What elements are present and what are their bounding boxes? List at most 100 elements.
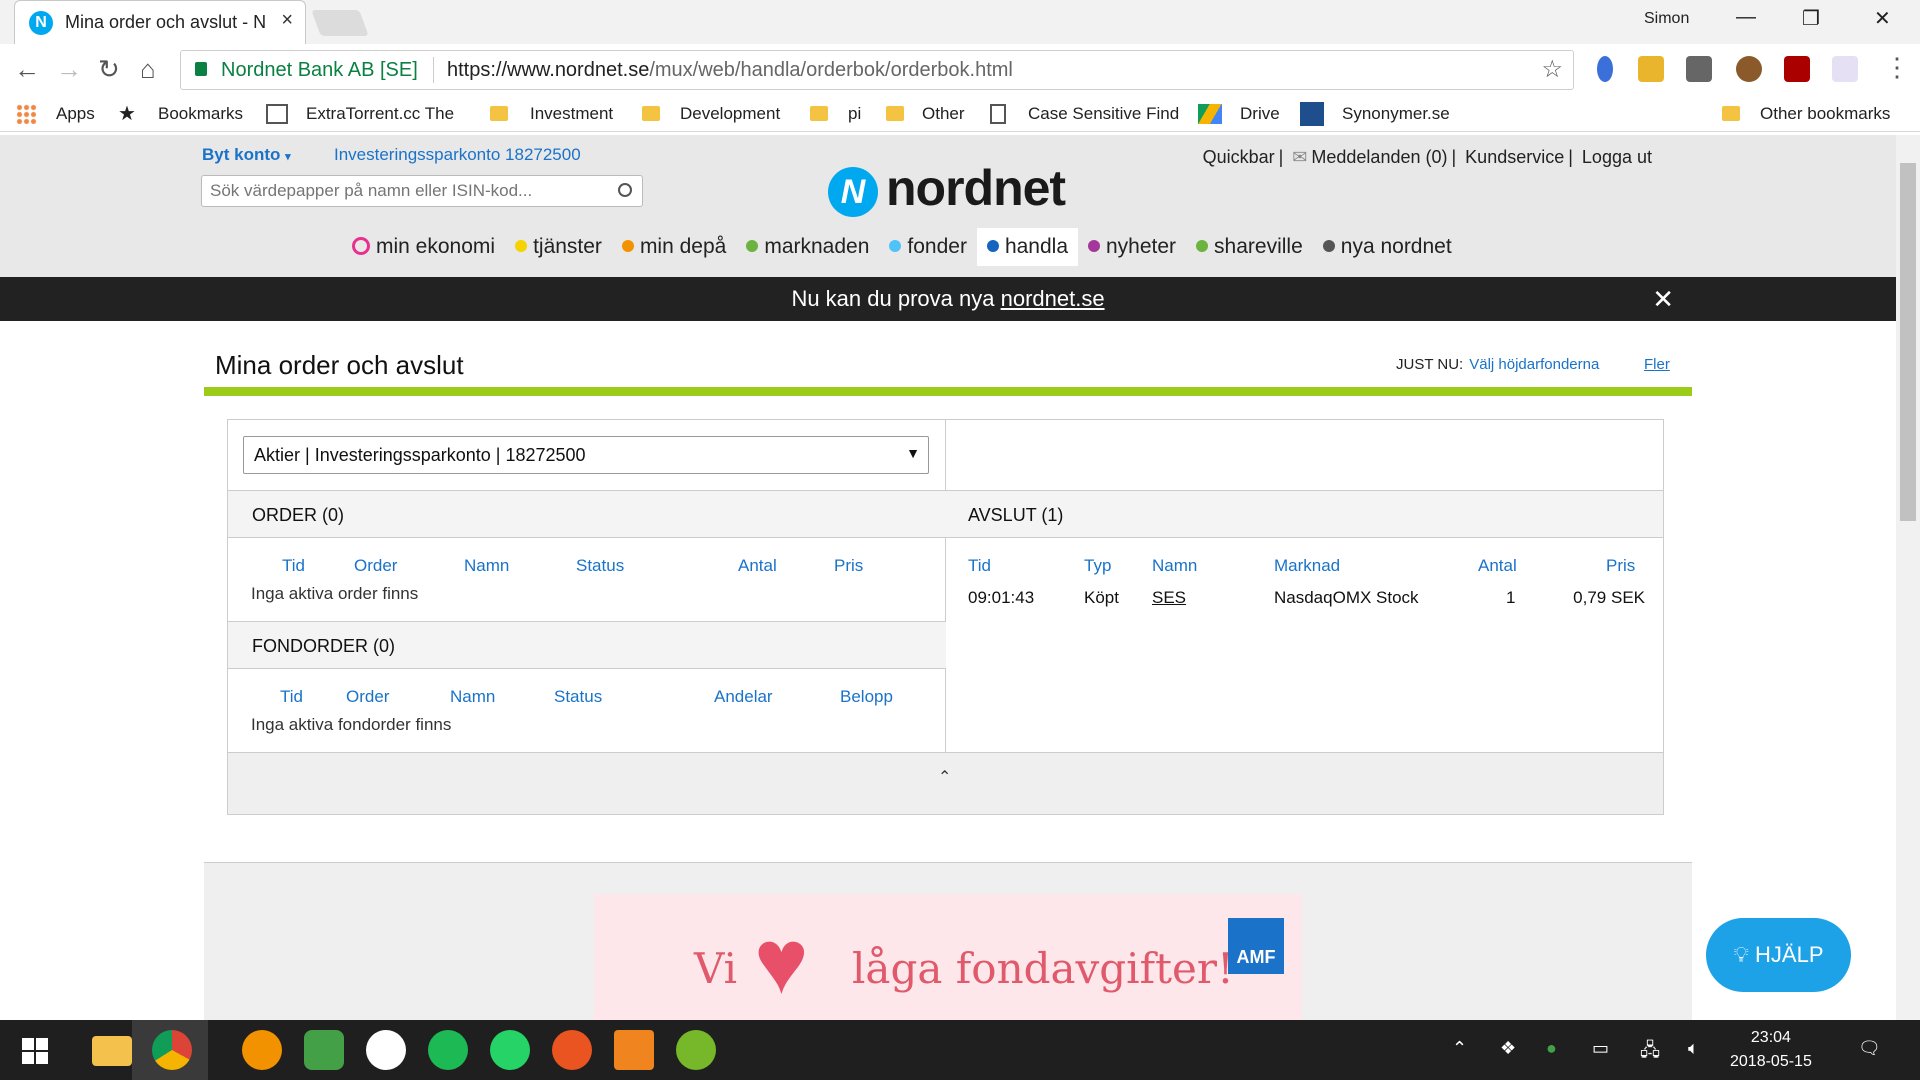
col-header[interactable]: Tid: [968, 556, 991, 576]
col-header[interactable]: Namn: [1152, 556, 1197, 576]
nav-shareville[interactable]: shareville: [1186, 228, 1313, 266]
col-header[interactable]: Andelar: [714, 687, 773, 707]
chevron-up-icon[interactable]: ⌃: [938, 767, 951, 787]
android-tray-icon[interactable]: ●: [1546, 1038, 1557, 1059]
nav-min-ekonomi[interactable]: min ekonomi: [342, 228, 505, 266]
media-player-icon[interactable]: [242, 1030, 282, 1070]
browser-tab[interactable]: N Mina order och avslut - N ×: [14, 0, 306, 44]
nav-marknaden[interactable]: marknaden: [736, 228, 879, 266]
close-tab-icon[interactable]: ×: [281, 9, 293, 32]
bookmark-apps[interactable]: Apps: [56, 104, 95, 124]
just-nu-link[interactable]: Välj höjdarfonderna: [1469, 356, 1599, 373]
bookmark-extratorrent[interactable]: ExtraTorrent.cc The V: [306, 104, 458, 124]
file-explorer-icon[interactable]: [92, 1036, 132, 1066]
network-icon[interactable]: 🖧︎: [1640, 1038, 1660, 1068]
battery-icon[interactable]: ▭: [1592, 1038, 1609, 1059]
spotify-icon[interactable]: [428, 1030, 468, 1070]
col-header[interactable]: Pris: [1606, 556, 1635, 576]
bookmark-star-icon[interactable]: ☆: [1541, 55, 1563, 84]
profile-name[interactable]: Simon: [1644, 10, 1689, 28]
clock[interactable]: 23:04 2018-05-15: [1730, 1026, 1812, 1074]
back-icon[interactable]: ←: [14, 54, 40, 85]
chrome-icon[interactable]: [152, 1030, 192, 1070]
account-select[interactable]: Aktier | Investeringssparkonto | 1827250…: [243, 436, 929, 474]
nav-handla[interactable]: handla: [976, 228, 1078, 266]
ublock-icon[interactable]: [1784, 56, 1810, 82]
scrollbar[interactable]: [1896, 135, 1920, 1020]
home-icon[interactable]: ⌂: [140, 54, 156, 85]
recycle-icon[interactable]: [1686, 56, 1712, 82]
chevron-up-icon[interactable]: ⌃: [1452, 1038, 1467, 1059]
col-header[interactable]: Tid: [282, 556, 305, 576]
whatsapp-icon[interactable]: [490, 1030, 530, 1070]
trade-name-link[interactable]: SES: [1152, 588, 1186, 608]
banner-link[interactable]: nordnet.se: [1001, 286, 1105, 311]
sublime-icon[interactable]: [614, 1030, 654, 1070]
extension-icon[interactable]: [1638, 56, 1664, 82]
col-header[interactable]: Marknad: [1274, 556, 1340, 576]
notifications-icon[interactable]: 🗨︎: [1858, 1038, 1881, 1059]
minimize-icon[interactable]: —: [1736, 6, 1756, 29]
switch-account-button[interactable]: Byt konto ▾: [202, 145, 291, 165]
col-header[interactable]: Order: [346, 687, 389, 707]
nav-nya-nordnet[interactable]: nya nordnet: [1313, 228, 1462, 266]
bookmark-development[interactable]: Development: [680, 104, 780, 124]
menu-icon[interactable]: ⋮: [1884, 52, 1910, 83]
bookmark-bookmarks[interactable]: Bookmarks: [158, 104, 243, 124]
android-icon[interactable]: [304, 1030, 344, 1070]
customer-service-link[interactable]: Kundservice: [1465, 147, 1564, 167]
close-icon[interactable]: ✕: [1652, 277, 1674, 321]
chat-icon[interactable]: [366, 1030, 406, 1070]
messages-link[interactable]: Meddelanden (0): [1311, 147, 1447, 167]
close-window-icon[interactable]: ✕: [1874, 6, 1891, 31]
microphone-icon[interactable]: [1597, 56, 1613, 82]
col-header[interactable]: Status: [576, 556, 624, 576]
volume-icon[interactable]: 🔈︎: [1688, 1038, 1699, 1059]
col-header[interactable]: Pris: [834, 556, 863, 576]
restore-icon[interactable]: ❐: [1802, 6, 1820, 31]
windows-start-icon[interactable]: [22, 1038, 48, 1064]
bookmark-pi[interactable]: pi: [848, 104, 861, 124]
bookmark-synonymer[interactable]: Synonymer.se: [1342, 104, 1450, 124]
col-header[interactable]: Namn: [464, 556, 509, 576]
col-header[interactable]: Antal: [1478, 556, 1517, 576]
new-tab-button[interactable]: [311, 10, 369, 36]
col-header[interactable]: Belopp: [840, 687, 893, 707]
logout-link[interactable]: Logga ut: [1582, 147, 1652, 167]
col-header[interactable]: Status: [554, 687, 602, 707]
search-input[interactable]: [201, 175, 643, 207]
col-header[interactable]: Antal: [738, 556, 777, 576]
help-button[interactable]: 💡︎ HJÄLP: [1706, 918, 1851, 992]
nav-tjanster[interactable]: tjänster: [505, 228, 612, 266]
bookmark-investment[interactable]: Investment: [530, 104, 613, 124]
col-header[interactable]: Tid: [280, 687, 303, 707]
forward-icon[interactable]: →: [56, 54, 82, 85]
col-header[interactable]: Namn: [450, 687, 495, 707]
extension-icon[interactable]: [1832, 56, 1858, 82]
address-bar[interactable]: Nordnet Bank AB [SE] https://www.nordnet…: [180, 50, 1574, 90]
bookmark-drive[interactable]: Drive: [1240, 104, 1280, 124]
col-header[interactable]: Order: [354, 556, 397, 576]
account-link[interactable]: Investeringssparkonto 18272500: [334, 145, 581, 165]
bookmark-case-sensitive-find[interactable]: Case Sensitive Find: [1028, 104, 1179, 124]
quickbar-link[interactable]: Quickbar: [1203, 147, 1275, 167]
more-link[interactable]: Fler: [1644, 356, 1670, 373]
nav-nyheter[interactable]: nyheter: [1078, 228, 1186, 266]
nav-fonder[interactable]: fonder: [879, 228, 977, 266]
url-text[interactable]: https://www.nordnet.se/mux/web/handla/or…: [447, 59, 1013, 82]
collapse-bar[interactable]: ⌃: [228, 752, 1663, 814]
utorrent-icon[interactable]: [676, 1030, 716, 1070]
bookmark-other-bookmarks[interactable]: Other bookmarks: [1760, 104, 1890, 124]
search-icon[interactable]: [618, 183, 632, 197]
dropbox-icon[interactable]: ❖: [1500, 1038, 1516, 1059]
scrollbar-thumb[interactable]: [1900, 163, 1916, 521]
col-header[interactable]: Typ: [1084, 556, 1111, 576]
bookmark-other[interactable]: Other: [922, 104, 965, 124]
ubuntu-icon[interactable]: [552, 1030, 592, 1070]
nav-min-depa[interactable]: min depå: [612, 228, 736, 266]
ad-text: Vi: [694, 944, 738, 993]
extension-icon[interactable]: [1736, 56, 1762, 82]
site-identity[interactable]: Nordnet Bank AB [SE]: [221, 59, 418, 82]
reload-icon[interactable]: ↻: [98, 54, 120, 85]
ad-banner[interactable]: Vi ♥ låga fondavgifter! AMF: [594, 894, 1302, 1022]
